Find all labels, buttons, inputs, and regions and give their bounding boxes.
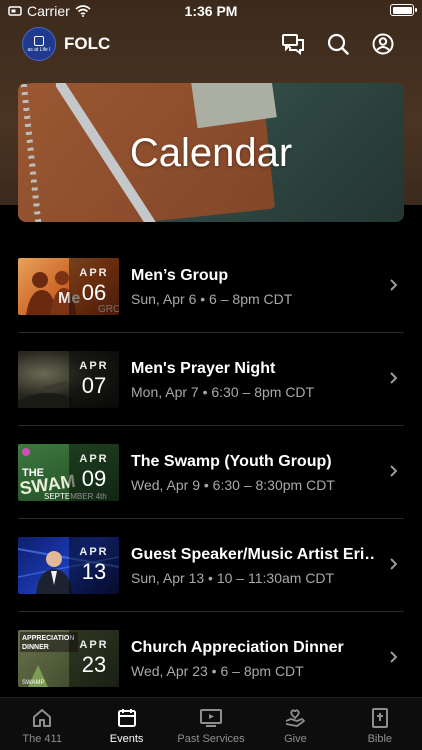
- event-date-badge: APR 06: [69, 258, 119, 315]
- event-row[interactable]: Me GROU APR 06 Men’s Group Sun, Apr 6 • …: [18, 240, 404, 333]
- event-day: 06: [81, 280, 107, 305]
- tab-give[interactable]: Give: [253, 698, 337, 750]
- tab-label: Give: [284, 733, 307, 745]
- chat-bubbles-icon: [282, 34, 304, 55]
- event-thumbnail: Me GROU APR 06: [18, 258, 119, 315]
- event-datetime: Mon, Apr 7 • 6:30 – 8pm CDT: [131, 384, 315, 400]
- tab-events[interactable]: Events: [84, 698, 168, 750]
- tab-label: The 411: [22, 733, 62, 745]
- profile-button[interactable]: [370, 31, 396, 57]
- chevron-right-icon: [390, 651, 398, 663]
- chevron-right-icon: [390, 279, 398, 291]
- battery-icon: [390, 4, 417, 16]
- event-row[interactable]: APPRECIATION DINNER SWAMP APR 23 Church …: [18, 612, 404, 705]
- event-date-badge: APR 13: [69, 537, 119, 594]
- messages-button[interactable]: [280, 31, 306, 57]
- svg-text:DINNER: DINNER: [22, 644, 49, 651]
- event-title: Men’s Group: [131, 267, 229, 284]
- bible-icon: [371, 708, 388, 728]
- event-datetime: Sun, Apr 6 • 6 – 8pm CDT: [131, 291, 293, 307]
- status-time: 1:36 PM: [184, 3, 238, 19]
- status-bar: Carrier 1:36 PM: [0, 0, 422, 22]
- event-month: APR: [79, 639, 109, 651]
- tab-past-services[interactable]: Past Services: [169, 698, 253, 750]
- bottom-tab-bar: The 411 Events Past Services Give Bible: [0, 697, 422, 750]
- video-icon: [200, 709, 223, 727]
- event-datetime: Wed, Apr 9 • 6:30 – 8:30pm CDT: [131, 477, 335, 493]
- app-header: as at Life I FOLC: [0, 25, 422, 63]
- event-month: APR: [79, 267, 109, 279]
- app-title: FOLC: [64, 34, 111, 53]
- event-title: Guest Speaker/Music Artist Eri…: [131, 546, 376, 563]
- search-icon: [327, 33, 349, 55]
- event-month: APR: [79, 453, 109, 465]
- event-day: 09: [81, 466, 107, 491]
- event-title: The Swamp (Youth Group): [131, 453, 332, 470]
- event-title: Men's Prayer Night: [131, 360, 276, 377]
- event-date-badge: APR 07: [69, 351, 119, 408]
- tab-the-411[interactable]: The 411: [0, 698, 84, 750]
- event-date-badge: APR 23: [69, 630, 119, 687]
- chevron-right-icon: [390, 465, 398, 477]
- event-row[interactable]: THE SWAM SEPTEMBER 4th APR 09 The Swamp …: [18, 426, 404, 519]
- search-button[interactable]: [325, 31, 351, 57]
- event-day: 13: [81, 559, 107, 584]
- event-thumbnail: THE SWAM SEPTEMBER 4th APR 09: [18, 444, 119, 501]
- user-icon: [372, 33, 394, 55]
- event-datetime: Wed, Apr 23 • 6 – 8pm CDT: [131, 663, 304, 679]
- svg-text:APPRECIATION: APPRECIATION: [22, 635, 74, 642]
- logo-text: as at Life I: [27, 46, 51, 53]
- calendar-icon: [117, 709, 136, 727]
- svg-text:SWAMP: SWAMP: [22, 680, 44, 686]
- chevron-right-icon: [390, 558, 398, 570]
- church-logo[interactable]: as at Life I: [22, 27, 56, 61]
- tab-bible[interactable]: Bible: [338, 698, 422, 750]
- event-datetime: Sun, Apr 13 • 10 – 11:30am CDT: [131, 570, 335, 586]
- chevron-right-icon: [390, 372, 398, 384]
- give-icon: [286, 709, 306, 727]
- hero-title: Calendar: [129, 131, 293, 175]
- event-day: 07: [81, 373, 107, 398]
- event-month: APR: [79, 360, 109, 372]
- event-row[interactable]: APR 07 Men's Prayer Night Mon, Apr 7 • 6…: [18, 333, 404, 426]
- event-day: 23: [81, 652, 107, 677]
- tab-label: Past Services: [177, 733, 245, 745]
- event-title: Church Appreciation Dinner: [131, 639, 344, 656]
- tab-label: Bible: [367, 733, 393, 745]
- event-month: APR: [79, 546, 109, 558]
- event-thumbnail: APPRECIATION DINNER SWAMP APR 23: [18, 630, 119, 687]
- event-date-badge: APR 09: [69, 444, 119, 501]
- calendar-hero-banner: Calendar: [18, 83, 404, 222]
- event-thumbnail: APR 13: [18, 537, 119, 594]
- home-icon: [33, 709, 52, 727]
- event-row[interactable]: APR 13 Guest Speaker/Music Artist Eri… S…: [18, 519, 404, 612]
- event-thumbnail: APR 07: [18, 351, 119, 408]
- tab-label: Events: [109, 733, 144, 745]
